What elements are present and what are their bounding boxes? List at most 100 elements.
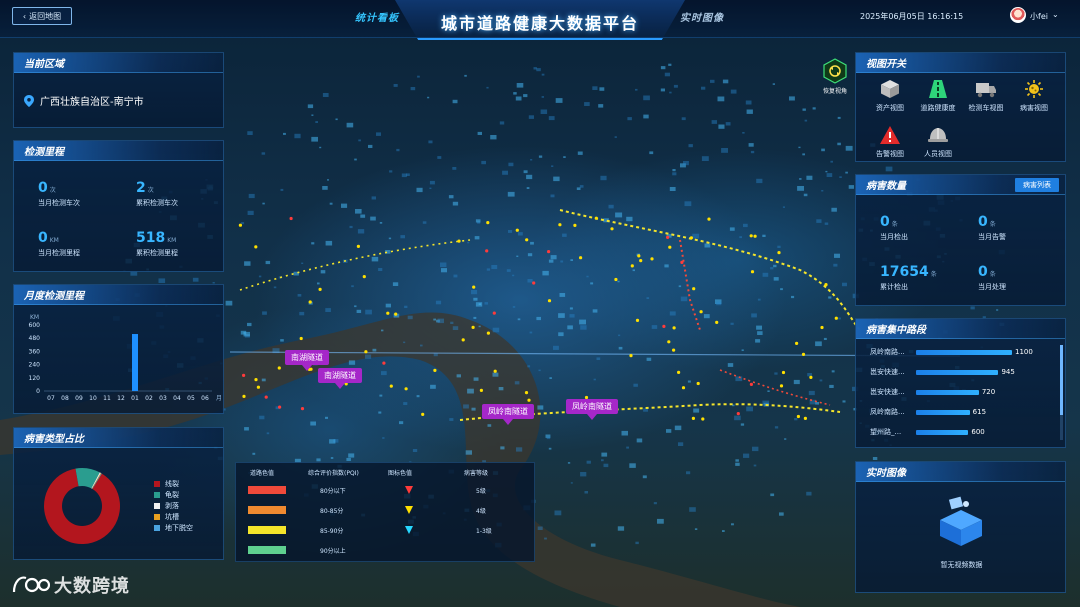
disease-list-button[interactable]: 病害列表 bbox=[1015, 178, 1059, 192]
building-block bbox=[526, 174, 533, 180]
disease-marker bbox=[699, 310, 703, 314]
view-toggle-alarm[interactable]: 告警视图 bbox=[866, 125, 914, 159]
disease-marker bbox=[277, 366, 281, 370]
building-block bbox=[560, 260, 564, 263]
building-block bbox=[743, 223, 748, 228]
building-block bbox=[678, 442, 684, 446]
stat-unit: 条 bbox=[930, 271, 937, 278]
building-block bbox=[247, 322, 252, 327]
building-block bbox=[299, 311, 305, 316]
building-block bbox=[590, 282, 594, 285]
building-block bbox=[660, 66, 666, 70]
building-block bbox=[601, 459, 604, 462]
region-selector[interactable]: 广西壮族自治区-南宁市 bbox=[24, 93, 144, 108]
tunnel-label[interactable]: 凤岭南隧道 bbox=[566, 399, 618, 420]
chevron-down-icon[interactable]: ⌄ bbox=[1052, 10, 1059, 19]
x-tick-label: 08 bbox=[61, 395, 69, 402]
building-block bbox=[745, 100, 752, 105]
scrollbar-thumb[interactable] bbox=[1060, 345, 1063, 415]
disease-marker bbox=[824, 283, 828, 287]
road-segment-row[interactable]: 凤岭南路... 615 bbox=[870, 407, 1026, 417]
truck-icon bbox=[976, 83, 996, 98]
building-block bbox=[404, 305, 408, 308]
pci-header: 病害等级 bbox=[464, 470, 489, 477]
stat-value: 0 bbox=[38, 180, 48, 196]
building-block bbox=[603, 463, 609, 468]
disease-marker bbox=[389, 384, 393, 388]
building-block bbox=[688, 144, 693, 148]
view-toggle-personnel[interactable]: 人员视图 bbox=[914, 125, 962, 159]
legend-item[interactable]: 龟裂 bbox=[154, 489, 193, 500]
bar bbox=[132, 334, 138, 391]
disease-marker bbox=[820, 325, 824, 330]
avatar[interactable] bbox=[1010, 7, 1026, 23]
disease-marker bbox=[493, 369, 497, 373]
building-block bbox=[562, 233, 567, 237]
building-block bbox=[721, 148, 728, 153]
building-block bbox=[600, 175, 607, 181]
monthly-mileage-chart: KM 0 120 240 360 480 600 07 08 09 10 11 12 01 02 03 04 05… bbox=[29, 314, 222, 402]
tunnel-label[interactable]: 南湖隧道 bbox=[318, 368, 362, 389]
building-block bbox=[473, 297, 478, 301]
disease-marker bbox=[666, 235, 670, 239]
stat-value: 17654 bbox=[880, 264, 929, 280]
building-block bbox=[825, 170, 828, 173]
view-toggle-disease[interactable]: 病害视图 bbox=[1010, 79, 1058, 113]
helmet-icon bbox=[928, 128, 948, 142]
username[interactable]: 小fei bbox=[1030, 11, 1048, 22]
road-name: 邕安快速... bbox=[870, 368, 905, 376]
disease-marker bbox=[524, 391, 529, 395]
building-block bbox=[429, 180, 435, 185]
disease-marker bbox=[278, 405, 282, 409]
legend-item[interactable]: 地下脱空 bbox=[154, 522, 193, 533]
view-toggle-vehicle[interactable]: 检测车视图 bbox=[962, 79, 1010, 113]
road-segment-row[interactable]: 邕安快速... 945 bbox=[870, 367, 1026, 377]
view-toggle-road-health[interactable]: 道路健康度 bbox=[914, 79, 962, 113]
building-block bbox=[996, 309, 999, 311]
building-block bbox=[471, 407, 476, 411]
building-block bbox=[579, 185, 584, 188]
tunnel-label[interactable]: 凤岭南隧道 bbox=[482, 404, 534, 425]
legend-item[interactable]: 坑槽 bbox=[154, 511, 193, 522]
building-block bbox=[280, 188, 284, 191]
building-block bbox=[467, 241, 470, 244]
building-block bbox=[770, 267, 774, 270]
building-block bbox=[283, 132, 286, 135]
building-block bbox=[528, 115, 534, 119]
back-to-map-button[interactable]: ‹ 返回地图 bbox=[12, 7, 72, 25]
building-block bbox=[541, 73, 545, 76]
road-segment-row[interactable]: 凤岭南路... 1100 bbox=[870, 347, 1033, 357]
building-block bbox=[718, 124, 725, 129]
scrollbar[interactable] bbox=[1060, 345, 1063, 440]
building-block bbox=[512, 274, 515, 277]
building-block bbox=[247, 210, 254, 215]
building-block bbox=[502, 170, 508, 175]
building-block bbox=[821, 190, 824, 192]
stat-unit: 条 bbox=[891, 221, 898, 228]
stat-unit: KM bbox=[49, 237, 59, 244]
building-block bbox=[802, 108, 806, 111]
building-block bbox=[692, 233, 700, 239]
disease-marker bbox=[254, 378, 258, 382]
road-segment-row[interactable]: 邕安快速... 720 bbox=[870, 387, 1026, 397]
building-block bbox=[819, 379, 823, 382]
road-segment-row[interactable]: 望州路_... 600 bbox=[870, 427, 1026, 437]
view-toggle-assets[interactable]: 资产视图 bbox=[866, 79, 914, 113]
building-block bbox=[799, 178, 802, 180]
building-block bbox=[586, 275, 589, 278]
disease-marker bbox=[299, 336, 303, 341]
disease-marker bbox=[457, 239, 461, 243]
tab-live-image[interactable]: 实时图像 bbox=[680, 9, 724, 24]
building-block bbox=[569, 307, 573, 310]
building-block bbox=[311, 136, 318, 142]
building-block bbox=[668, 63, 672, 66]
building-block bbox=[381, 329, 384, 332]
restore-view-button[interactable]: 恢复视角 bbox=[817, 58, 853, 95]
legend-item[interactable]: 线裂 bbox=[154, 478, 193, 489]
tab-stats-board[interactable]: 统计看板 bbox=[355, 9, 399, 24]
building-block bbox=[635, 88, 638, 91]
building-block bbox=[735, 462, 740, 466]
legend-item[interactable]: 剥落 bbox=[154, 500, 193, 511]
stat-monthly-handled: 0条 当月处理 bbox=[978, 261, 1006, 292]
tunnel-label[interactable]: 南湖隧道 bbox=[285, 350, 329, 371]
